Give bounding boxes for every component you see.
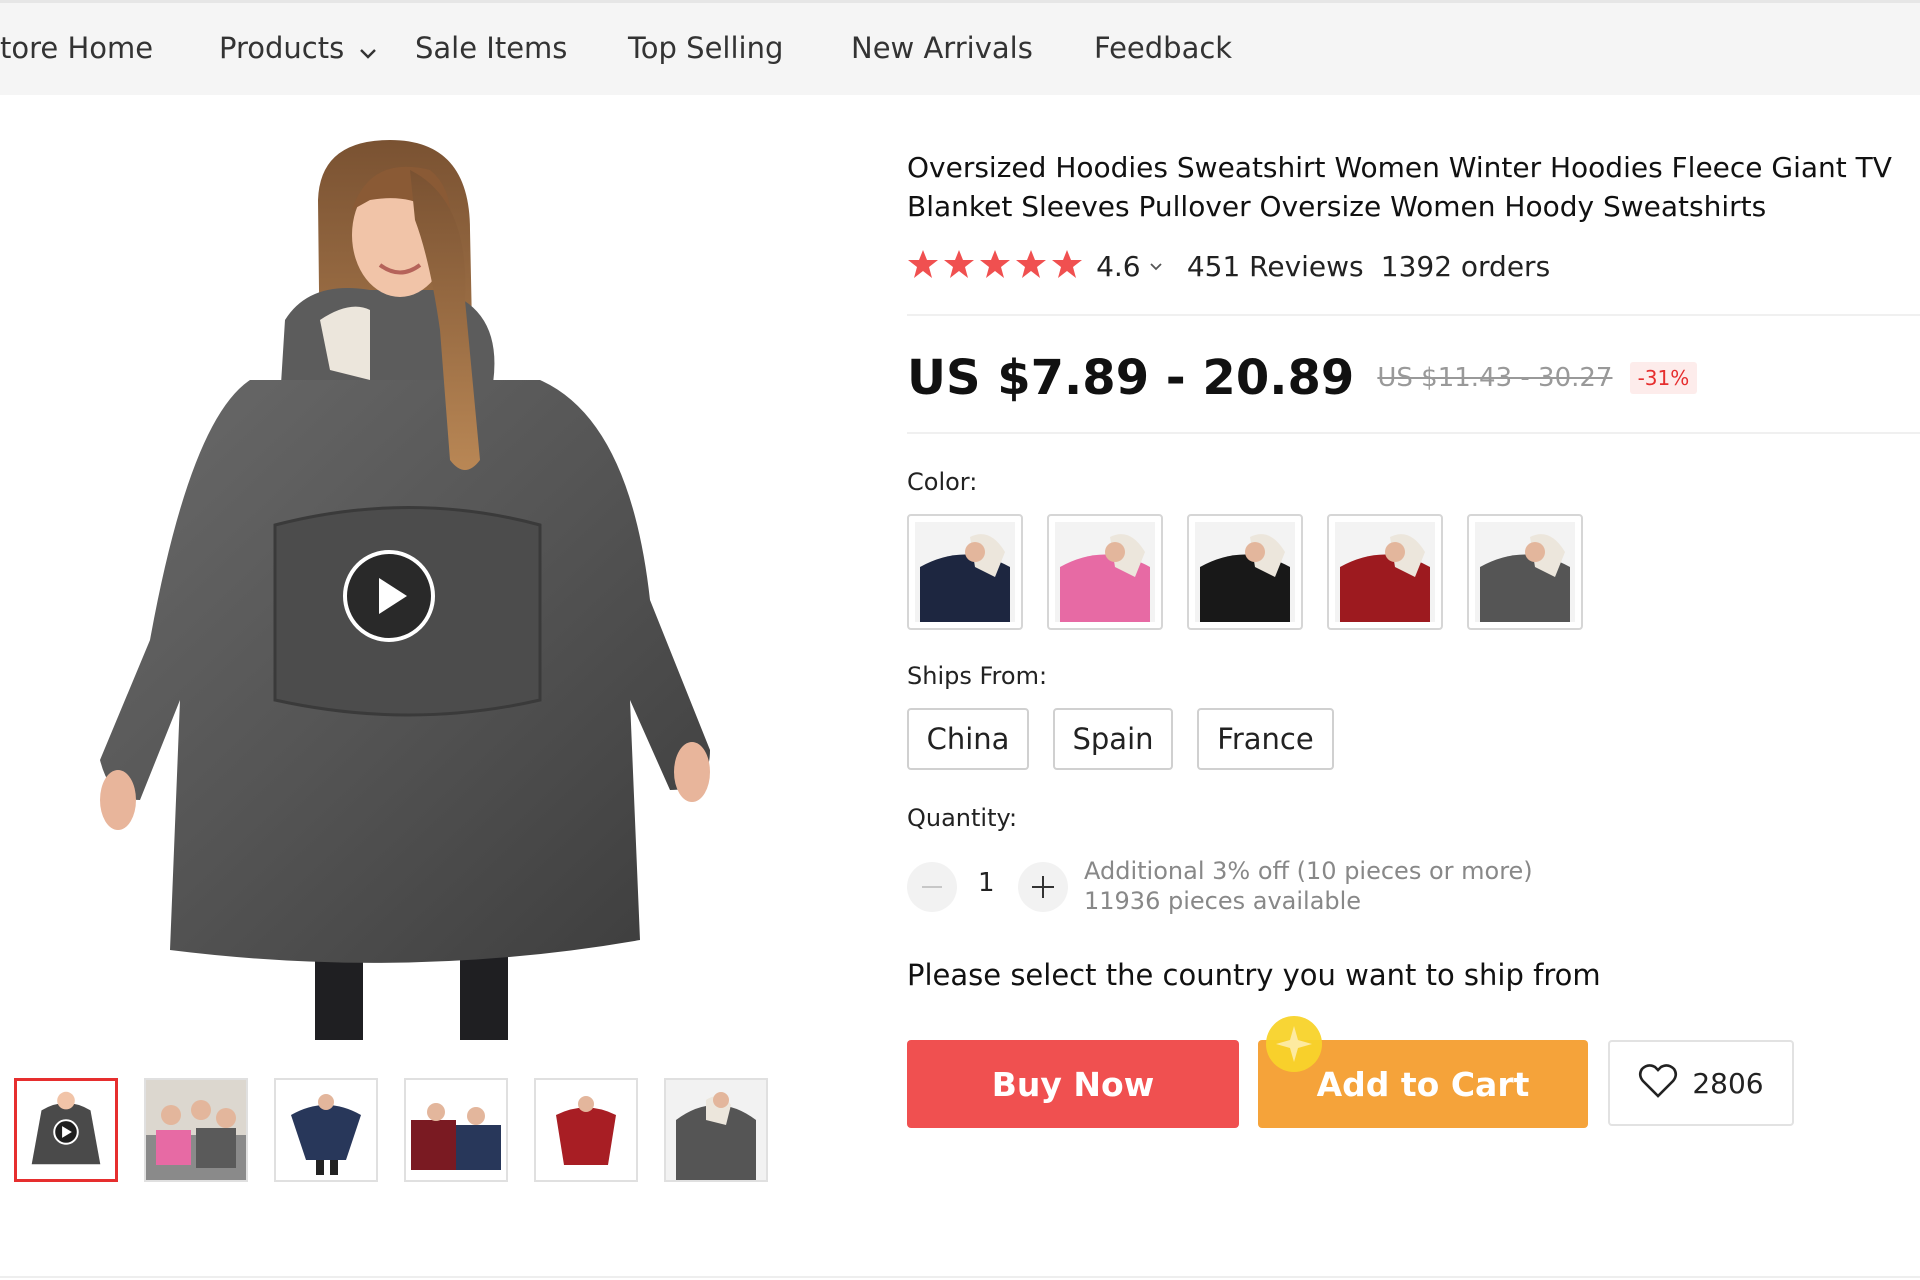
quantity-increase-button[interactable] (1018, 862, 1068, 912)
color-label: Color: (907, 468, 978, 496)
star-icon (1016, 250, 1046, 278)
plus-icon (1032, 876, 1054, 898)
nav-feedback[interactable]: Feedback (1094, 31, 1232, 65)
thumbnail-1[interactable] (14, 1078, 118, 1182)
star-icon (944, 250, 974, 278)
nav-products[interactable]: Products (219, 31, 377, 67)
star-rating (907, 248, 1083, 284)
thumbnail-5[interactable] (534, 1078, 638, 1182)
star-icon (908, 250, 938, 278)
thumbnail-3[interactable] (274, 1078, 378, 1182)
chevron-down-icon[interactable] (1150, 257, 1167, 276)
minus-icon (922, 886, 942, 888)
main-product-image[interactable] (70, 140, 750, 1040)
reviews-link[interactable]: 451 Reviews (1187, 250, 1364, 283)
rating-row: 4.6 451 Reviews 1392 orders (907, 248, 1550, 284)
star-icon (1052, 250, 1082, 278)
quantity-decrease-button[interactable] (907, 862, 957, 912)
original-price: US $11.43 - 30.27 (1377, 363, 1613, 393)
orders-count: 1392 orders (1380, 249, 1551, 283)
product-title: Oversized Hoodies Sweatshirt Women Winte… (907, 151, 1892, 223)
heart-icon (1638, 1063, 1678, 1103)
ship-from-france[interactable]: France (1197, 708, 1334, 770)
ship-country-message: Please select the country you want to sh… (907, 958, 1601, 992)
wishlist-count: 2806 (1692, 1066, 1764, 1100)
stock-available-text: 11936 pieces available (1084, 887, 1362, 915)
nav-new-arrivals[interactable]: New Arrivals (851, 31, 1033, 65)
color-swatch-gray[interactable] (1467, 514, 1583, 630)
price-row: US $7.89 - 20.89 US $11.43 - 30.27 -31% (907, 350, 1698, 406)
current-price: US $7.89 - 20.89 (907, 350, 1355, 406)
color-swatch-black[interactable] (1187, 514, 1303, 630)
rating-value[interactable]: 4.6 (1096, 250, 1141, 283)
divider (907, 432, 1920, 434)
nav-sale-items[interactable]: Sale Items (415, 31, 567, 65)
thumbnail-2[interactable] (144, 1078, 248, 1182)
quantity-value[interactable]: 1 (978, 868, 995, 898)
sparkle-icon (1264, 1014, 1324, 1074)
play-video-icon[interactable] (341, 548, 437, 644)
chevron-down-icon (359, 33, 377, 67)
wishlist-button[interactable]: 2806 (1608, 1040, 1794, 1126)
nav-store-home[interactable]: tore Home (0, 31, 153, 65)
thumbnail-4[interactable] (404, 1078, 508, 1182)
ship-from-spain[interactable]: Spain (1053, 708, 1173, 770)
divider (907, 314, 1920, 316)
star-icon (980, 250, 1010, 278)
buy-now-button[interactable]: Buy Now (907, 1040, 1239, 1128)
quantity-info: Additional 3% off (10 pieces or more) 11… (1084, 856, 1533, 916)
ships-from-label: Ships From: (907, 662, 1048, 690)
bulk-discount-text: Additional 3% off (10 pieces or more) (1084, 857, 1533, 885)
color-swatch-navy[interactable] (907, 514, 1023, 630)
divider (0, 1276, 1920, 1278)
ship-from-china[interactable]: China (907, 708, 1029, 770)
color-swatch-red[interactable] (1327, 514, 1443, 630)
color-swatch-pink[interactable] (1047, 514, 1163, 630)
nav-top-selling[interactable]: Top Selling (628, 31, 783, 65)
quantity-label: Quantity: (907, 804, 1018, 832)
top-nav: tore Home Products Sale Items Top Sellin… (0, 0, 1920, 95)
nav-products-label: Products (219, 31, 345, 65)
discount-badge: -31% (1629, 362, 1698, 394)
thumbnail-6[interactable] (664, 1078, 768, 1182)
